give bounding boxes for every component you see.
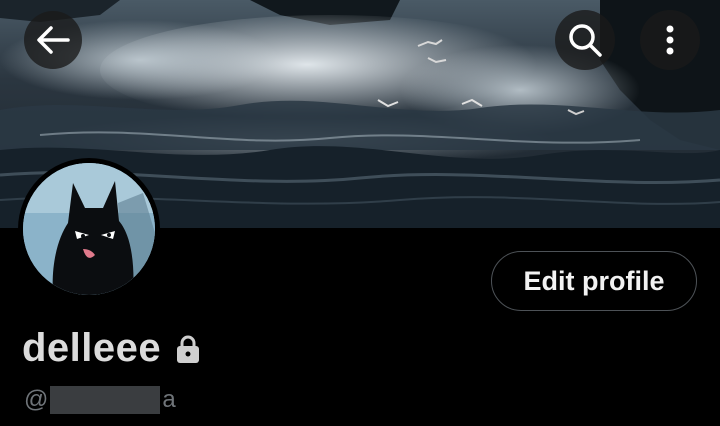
display-name-row: delleee xyxy=(22,326,201,371)
more-options-button[interactable] xyxy=(640,10,700,70)
avatar[interactable] xyxy=(18,158,160,300)
arrow-left-icon xyxy=(37,26,70,54)
more-vertical-icon xyxy=(666,25,674,55)
avatar-image xyxy=(23,163,155,295)
handle-suffix: a xyxy=(162,386,176,413)
handle-prefix: @ xyxy=(24,386,49,413)
edit-profile-button[interactable]: Edit profile xyxy=(491,251,697,311)
lock-icon xyxy=(177,335,200,363)
search-icon xyxy=(569,24,602,57)
handle-redacted xyxy=(50,386,161,414)
back-button[interactable] xyxy=(24,11,82,69)
user-handle: @ a xyxy=(24,386,176,414)
edit-profile-label: Edit profile xyxy=(523,265,665,296)
search-button[interactable] xyxy=(555,10,615,70)
display-name: delleee xyxy=(22,326,162,370)
